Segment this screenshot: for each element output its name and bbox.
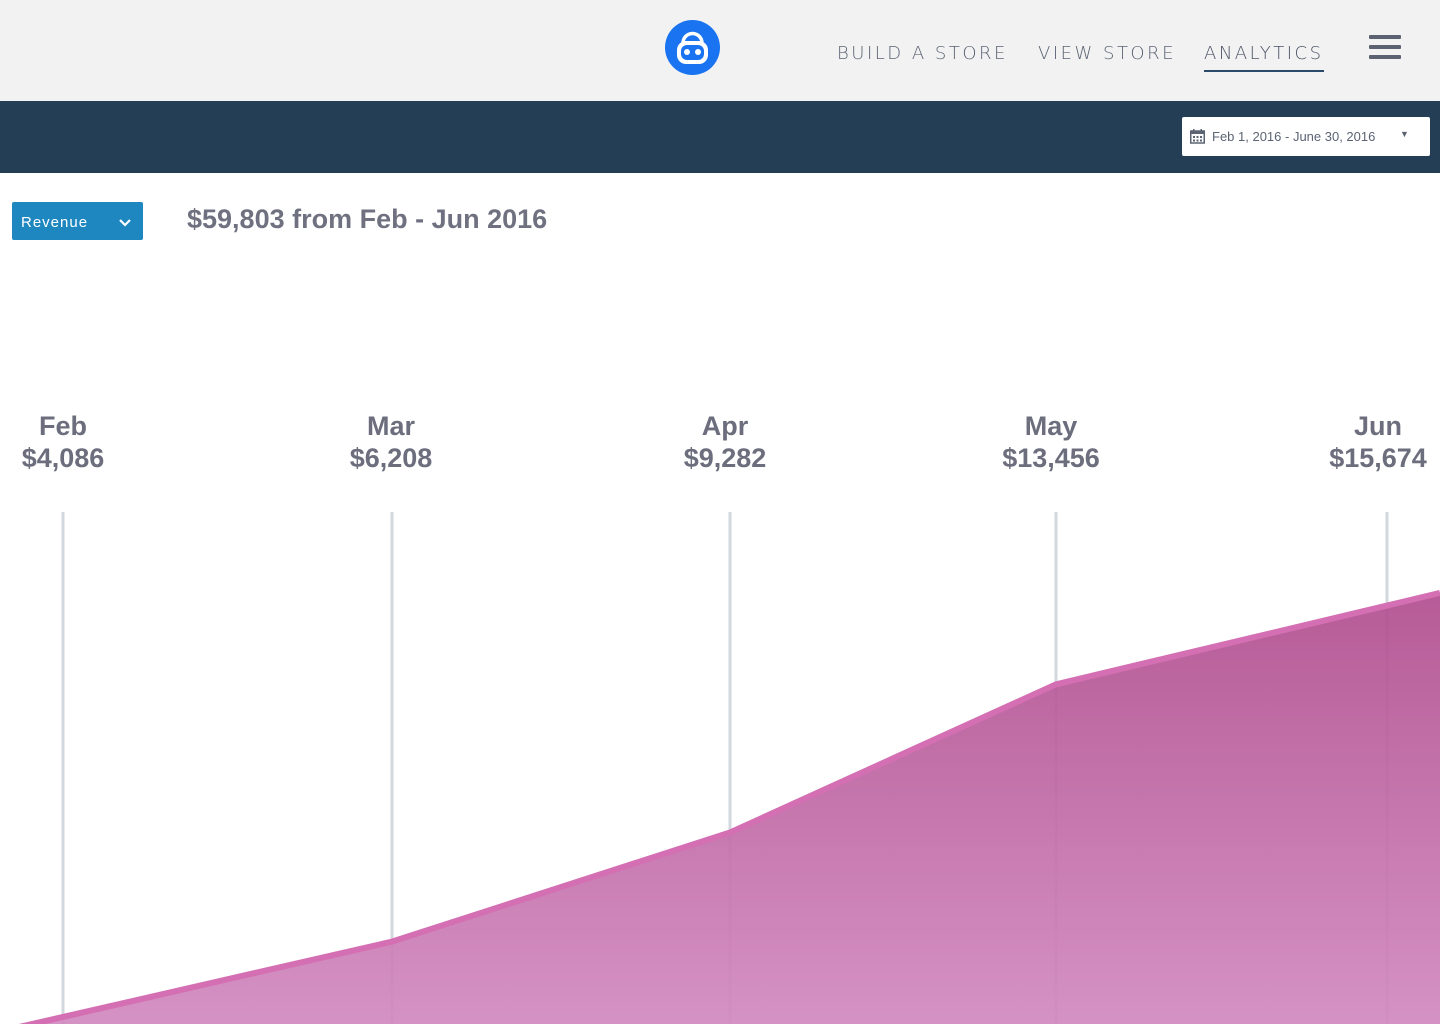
revenue-area xyxy=(0,592,1440,1024)
month-label-feb: Feb $4,086 xyxy=(22,410,105,474)
month-label-apr: Apr $9,282 xyxy=(684,410,767,474)
data-value-label: $15,674 xyxy=(1329,443,1427,473)
data-value-label: $9,282 xyxy=(683,443,767,473)
x-tick-label: Jun xyxy=(1353,411,1403,441)
data-value-label: $4,086 xyxy=(21,443,105,473)
x-tick-label: Apr xyxy=(701,411,749,441)
month-label-may: May $13,456 xyxy=(1002,410,1100,474)
x-tick-label: Feb xyxy=(38,411,87,441)
month-label-mar: Mar $6,208 xyxy=(350,410,433,474)
data-value-label: $13,456 xyxy=(1002,443,1100,473)
x-tick-label: May xyxy=(1024,411,1078,441)
x-tick-label: Mar xyxy=(366,411,415,441)
revenue-area-chart xyxy=(0,512,1440,1024)
month-label-jun: Jun $15,674 xyxy=(1329,410,1427,474)
data-value-label: $6,208 xyxy=(349,443,433,473)
